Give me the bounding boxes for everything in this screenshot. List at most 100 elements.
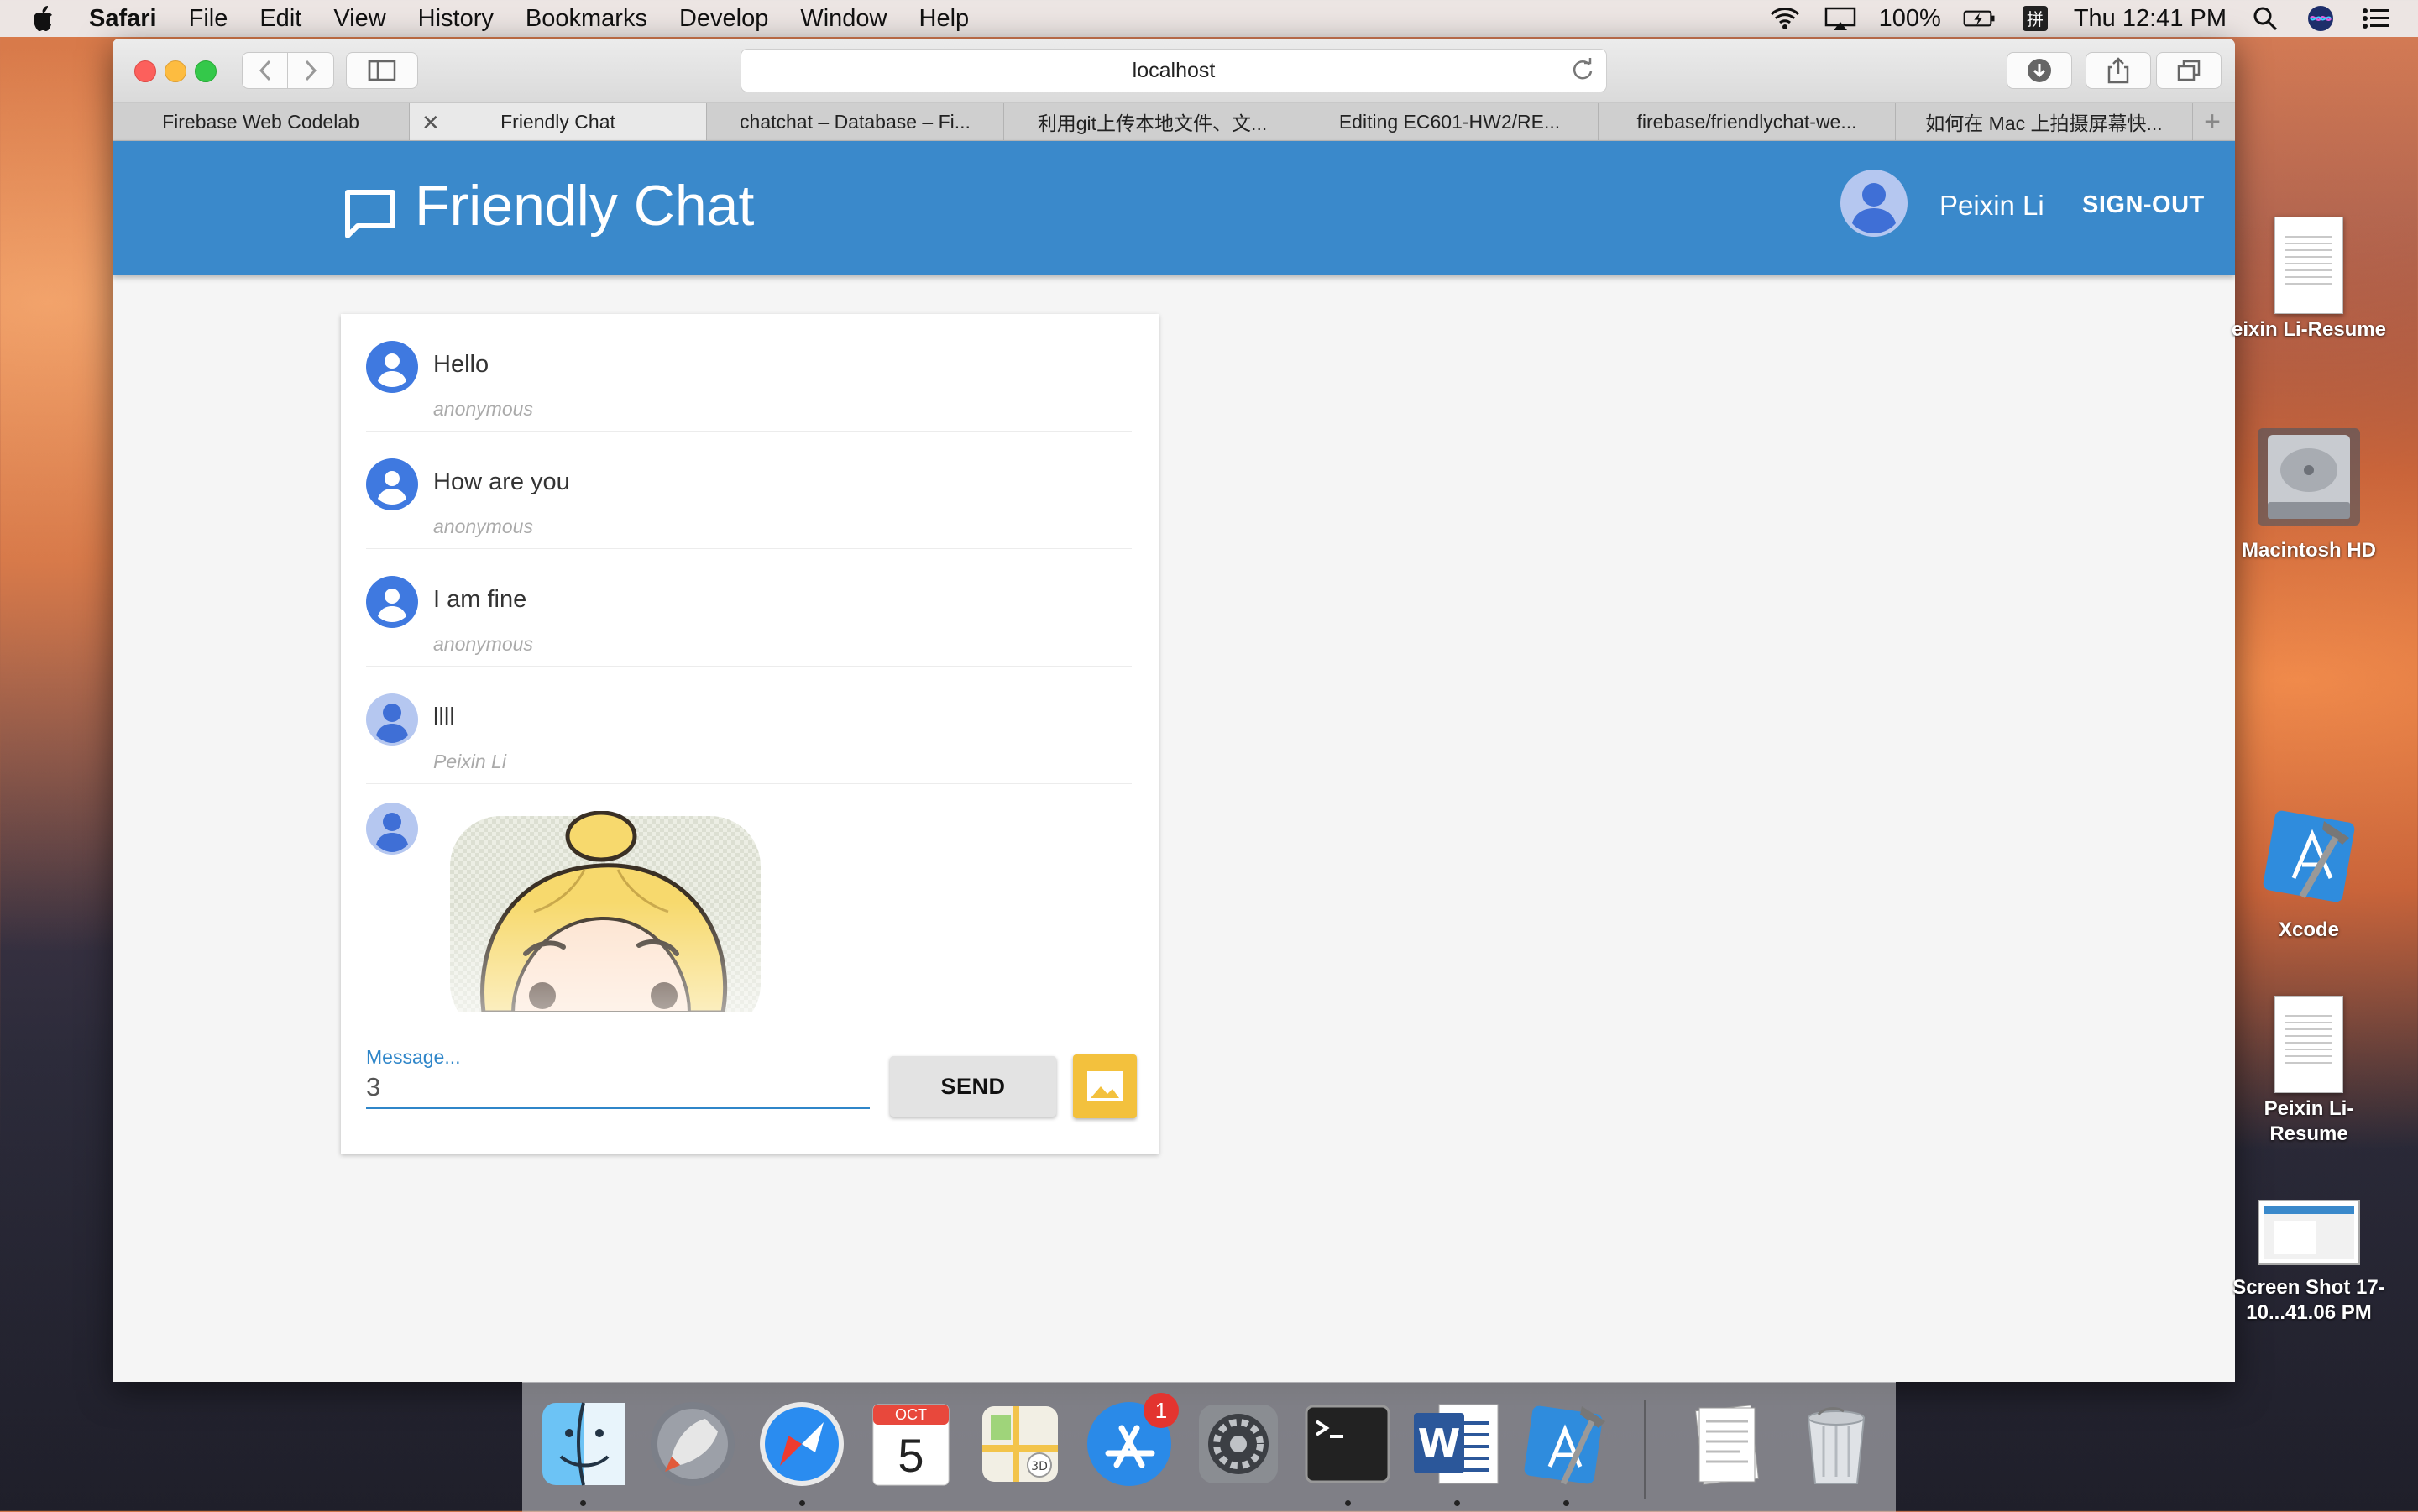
menu-file[interactable]: File [189,5,228,33]
notification-center-icon[interactable] [2359,6,2393,31]
desktop-item-label: Peixin Li-Resume [2264,1097,2354,1145]
sign-out-button[interactable]: SIGN-OUT [2082,191,2205,219]
battery-icon[interactable] [1963,6,1997,31]
send-button[interactable]: SEND [890,1056,1056,1117]
running-indicator [799,1500,805,1506]
message-input[interactable] [366,1068,870,1109]
reload-icon[interactable] [1571,58,1594,81]
menu-bar: Safari File Edit View History Bookmarks … [0,0,2418,37]
message-text: Hello [433,351,489,378]
tab-firebase-friendlychat[interactable]: firebase/friendlychat-we... [1599,103,1896,140]
message-text: llll [433,704,455,730]
tab-firebase-web-codelab[interactable]: Firebase Web Codelab [113,103,410,140]
desktop-item-label: Macintosh HD [2241,539,2376,562]
running-indicator [1345,1500,1351,1506]
desktop-item-xcode[interactable]: Xcode [2225,804,2393,943]
menu-app-safari[interactable]: Safari [89,5,157,33]
message-item: llll Peixin Li [366,667,1132,784]
menu-history[interactable]: History [418,5,494,33]
desktop-item-screenshot[interactable]: Screen Shot 17-10...41.06 PM [2225,1199,2393,1326]
messages-card: Hello anonymous How are you anonymous I … [341,314,1159,1154]
downloads-button[interactable] [2007,52,2072,89]
tab-label: Editing EC601-HW2/RE... [1338,110,1561,133]
input-source-icon[interactable]: 拼 [2018,6,2052,31]
tab-friendly-chat[interactable]: ✕ Friendly Chat [410,103,707,140]
documents-stack-icon[interactable] [1681,1398,1773,1490]
launchpad-icon[interactable] [646,1398,739,1490]
tab-mac-screenshot[interactable]: 如何在 Mac 上拍摄屏幕快... [1896,103,2193,140]
tab-bar: Firebase Web Codelab ✕ Friendly Chat cha… [113,103,2235,141]
tabs-icon [2177,60,2201,81]
user-avatar-icon [366,693,418,746]
new-tab-button[interactable]: + [2193,103,2232,140]
tab-label: 利用git上传本地文件、文... [1037,112,1268,134]
user-avatar-icon [366,341,418,393]
message-item: Hello anonymous [366,314,1132,432]
window-close-button[interactable] [134,60,156,82]
xcode-icon [2263,810,2355,902]
calendar-day: 5 [898,1429,924,1482]
share-icon [2107,57,2129,84]
dock-separator [1644,1400,1646,1499]
address-bar[interactable]: localhost [741,49,1607,92]
calendar-month: OCT [895,1406,927,1423]
running-indicator [1563,1500,1569,1506]
menu-develop[interactable]: Develop [679,5,768,33]
safari-icon[interactable] [756,1398,848,1490]
svg-text:拼: 拼 [2027,9,2044,29]
word-icon[interactable]: W [1410,1398,1503,1490]
finder-icon[interactable] [537,1398,630,1490]
apple-menu-icon[interactable] [32,4,57,33]
desktop-item-resume[interactable]: eixin Li-Resume [2225,217,2393,343]
desktop-item-macintosh-hd[interactable]: Macintosh HD [2225,425,2393,563]
trash-icon[interactable] [1790,1398,1882,1490]
message-author: anonymous [433,398,533,420]
menubar-clock[interactable]: Thu 12:41 PM [2074,5,2227,33]
calendar-app[interactable]: OCT 5 [865,1398,957,1490]
desktop-item-resume-2[interactable]: Peixin Li-Resume [2225,996,2393,1147]
terminal-icon[interactable] [1301,1398,1394,1490]
close-icon[interactable]: ✕ [421,110,440,136]
menu-window[interactable]: Window [800,5,887,33]
back-button[interactable] [242,52,289,89]
siri-icon[interactable] [2304,6,2337,31]
tab-label: chatchat – Database – Fi... [740,110,971,133]
chevron-right-icon [305,60,317,81]
upload-image-button[interactable] [1073,1054,1137,1118]
system-preferences-icon[interactable] [1192,1398,1285,1490]
safari-window: localhost Firebase Web Codelab ✕ Friendl… [113,39,2235,1382]
chevron-left-icon [259,60,271,81]
user-avatar-icon [366,576,418,628]
tab-label: firebase/friendlychat-we... [1636,110,1857,133]
tab-git-upload[interactable]: 利用git上传本地文件、文... [1004,103,1301,140]
wifi-icon[interactable] [1768,6,1802,31]
app-header: Friendly Chat Peixin Li SIGN-OUT [113,141,2235,275]
tab-label: Firebase Web Codelab [162,110,359,133]
user-avatar-icon [366,458,418,510]
running-indicator [580,1500,586,1506]
airplay-icon[interactable] [1824,6,1857,31]
tab-overview-button[interactable] [2156,52,2222,89]
menu-edit[interactable]: Edit [259,5,301,33]
notification-badge: 1 [1144,1393,1179,1428]
xcode-icon[interactable] [1520,1398,1612,1490]
message-author: anonymous [433,633,533,655]
tab-chatchat-database[interactable]: chatchat – Database – Fi... [707,103,1004,140]
plus-icon: + [2204,105,2221,138]
share-button[interactable] [2086,52,2151,89]
running-indicator [1454,1500,1460,1506]
app-store-app[interactable]: 1 [1083,1393,1179,1490]
spotlight-search-icon[interactable] [2248,6,2282,31]
menu-help[interactable]: Help [919,5,970,33]
svg-text:3D: 3D [1031,1460,1048,1473]
forward-button[interactable] [287,52,334,89]
window-minimize-button[interactable] [165,60,186,82]
menu-bookmarks[interactable]: Bookmarks [526,5,647,33]
window-zoom-button[interactable] [195,60,217,82]
maps-icon[interactable]: 3D [974,1398,1066,1490]
screenshot-thumbnail-icon [2258,1200,2360,1265]
sidebar-toggle-button[interactable] [346,52,418,89]
address-bar-url: localhost [1132,58,1216,82]
tab-editing-ec601[interactable]: Editing EC601-HW2/RE... [1301,103,1599,140]
menu-view[interactable]: View [333,5,385,33]
